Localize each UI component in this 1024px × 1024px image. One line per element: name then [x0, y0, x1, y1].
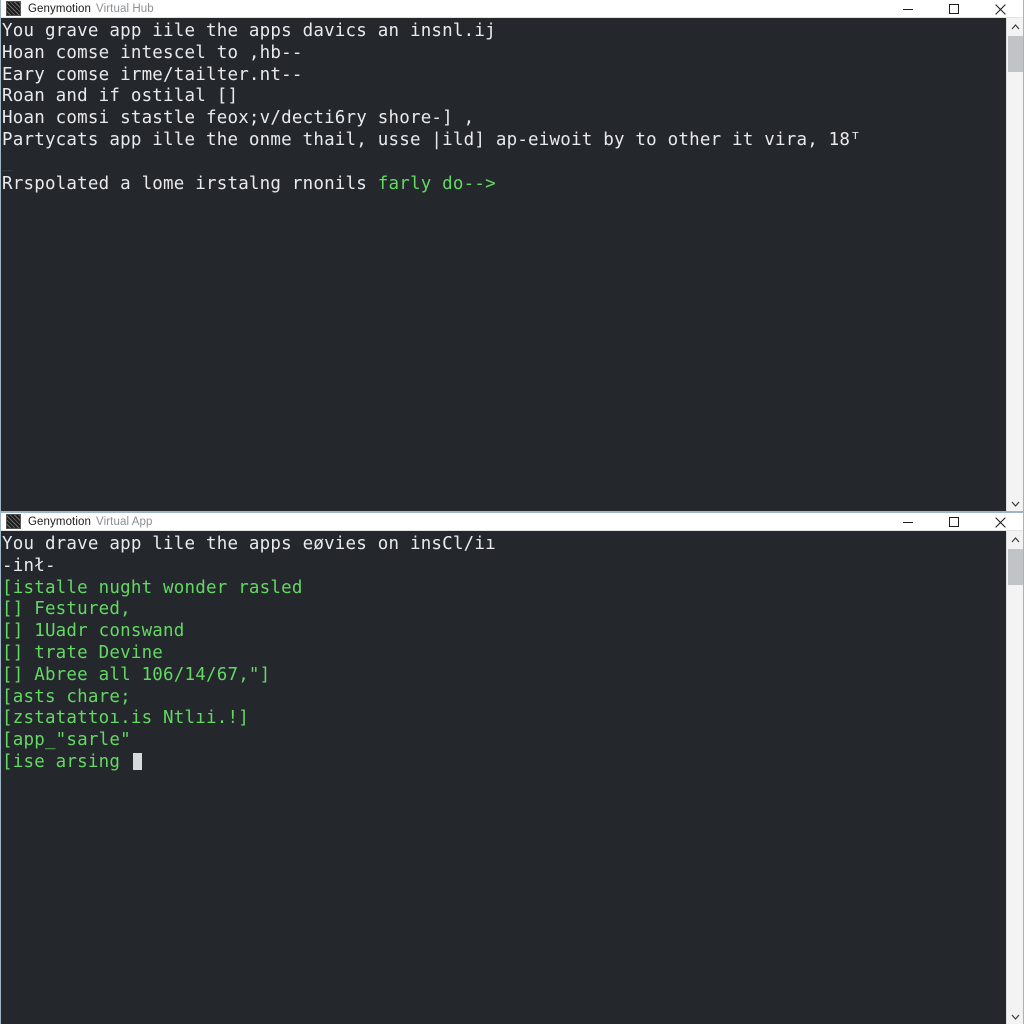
terminal-line: Partycats app ille the onme thail, usse … [2, 129, 861, 150]
genymotion-app-icon [6, 1, 21, 16]
terminal-line-prompt: [ise arsing [2, 752, 1005, 774]
chevron-down-icon [1011, 501, 1019, 507]
scroll-down-button[interactable] [1007, 1008, 1023, 1024]
window-title-subtitle: Virtual Hub [96, 2, 154, 15]
window-title-app-name: Genymotion [28, 515, 92, 528]
maximize-button[interactable] [931, 0, 977, 18]
maximize-icon [949, 4, 959, 14]
text-cursor [132, 752, 142, 770]
minimize-icon [903, 522, 913, 523]
terminal-line: [] Festured, [2, 599, 131, 620]
terminal-line: [istalle nught wonder rasled [2, 577, 303, 598]
window-genymotion-virtual-hub[interactable]: Genymotion Virtual Hub You grave app iil… [0, 0, 1024, 512]
vertical-scrollbar-top[interactable] [1006, 18, 1023, 511]
terminal-line: Roan and if ostilal [] [2, 86, 239, 107]
window-controls-top [885, 0, 1023, 18]
window-title-app-name: Genymotion [28, 2, 92, 15]
scroll-up-button[interactable] [1007, 18, 1023, 35]
scrollbar-thumb[interactable] [1008, 549, 1023, 585]
terminal-line: [asts chare; [2, 686, 131, 707]
scroll-down-button[interactable] [1007, 495, 1023, 511]
terminal-line: [] Abree all 106/14/67,"] [2, 664, 271, 685]
vertical-scrollbar-bottom[interactable] [1006, 531, 1023, 1024]
terminal-prompt-text: [ise arsing [2, 751, 131, 772]
chevron-down-icon [1011, 1014, 1019, 1020]
minimize-icon [903, 9, 913, 10]
terminal-line: You grave app iile the apps davics an in… [2, 21, 496, 41]
titlebar-top[interactable]: Genymotion Virtual Hub [1, 0, 1023, 18]
scrollbar-thumb[interactable] [1008, 36, 1023, 72]
chevron-up-icon [1011, 23, 1019, 29]
terminal-lines-bottom: You drave app lile the apps eøvies on in… [1, 531, 1005, 774]
terminal-line-blank: _ [2, 151, 13, 172]
maximize-icon [949, 517, 959, 527]
terminal-line-highlight: farly do--> [377, 173, 496, 194]
desktop: Genymotion Virtual Hub You grave app iil… [0, 0, 1024, 1024]
terminal-line: [] trate Devine [2, 642, 164, 663]
terminal-line: Rrspolated a lome irstalng rnonils farly… [2, 174, 1005, 196]
terminal-line: [] 1Uadr conswand [2, 621, 185, 642]
titlebar-bottom[interactable]: Genymotion Virtual App [1, 513, 1023, 531]
terminal-line: You drave app lile the apps eøvies on in… [2, 534, 496, 554]
close-button[interactable] [977, 0, 1023, 18]
close-icon [994, 516, 1006, 528]
terminal-line: Eary comse irme/tailter.nt-- [2, 64, 303, 85]
terminal-line: [zstatattoı.is Ntlıi.!] [2, 708, 249, 729]
scroll-up-button[interactable] [1007, 531, 1023, 548]
close-icon [994, 3, 1006, 15]
window-title-subtitle: Virtual App [96, 515, 153, 528]
terminal-line-text: Rrspolated a lome irstalng rnonils [2, 173, 378, 194]
chevron-up-icon [1011, 536, 1019, 542]
minimize-button[interactable] [885, 513, 931, 531]
terminal-output-top[interactable]: You grave app iile the apps davics an in… [1, 18, 1023, 511]
close-button[interactable] [977, 513, 1023, 531]
terminal-line: Hoan comse intescel to ,hb-- [2, 42, 303, 63]
window-controls-bottom [885, 513, 1023, 531]
terminal-output-bottom[interactable]: You drave app lile the apps eøvies on in… [1, 531, 1023, 1024]
terminal-line: Hoan comsi stastle feox;v/decti6ry shore… [2, 108, 475, 129]
maximize-button[interactable] [931, 513, 977, 531]
terminal-line: [app_"sarle" [2, 730, 131, 751]
terminal-line: -inł- [2, 555, 56, 576]
genymotion-app-icon [6, 514, 21, 529]
window-genymotion-virtual-app[interactable]: Genymotion Virtual App You drave app lil… [0, 512, 1024, 1024]
minimize-button[interactable] [885, 0, 931, 18]
terminal-lines-top: You grave app iile the apps davics an in… [1, 18, 1005, 195]
